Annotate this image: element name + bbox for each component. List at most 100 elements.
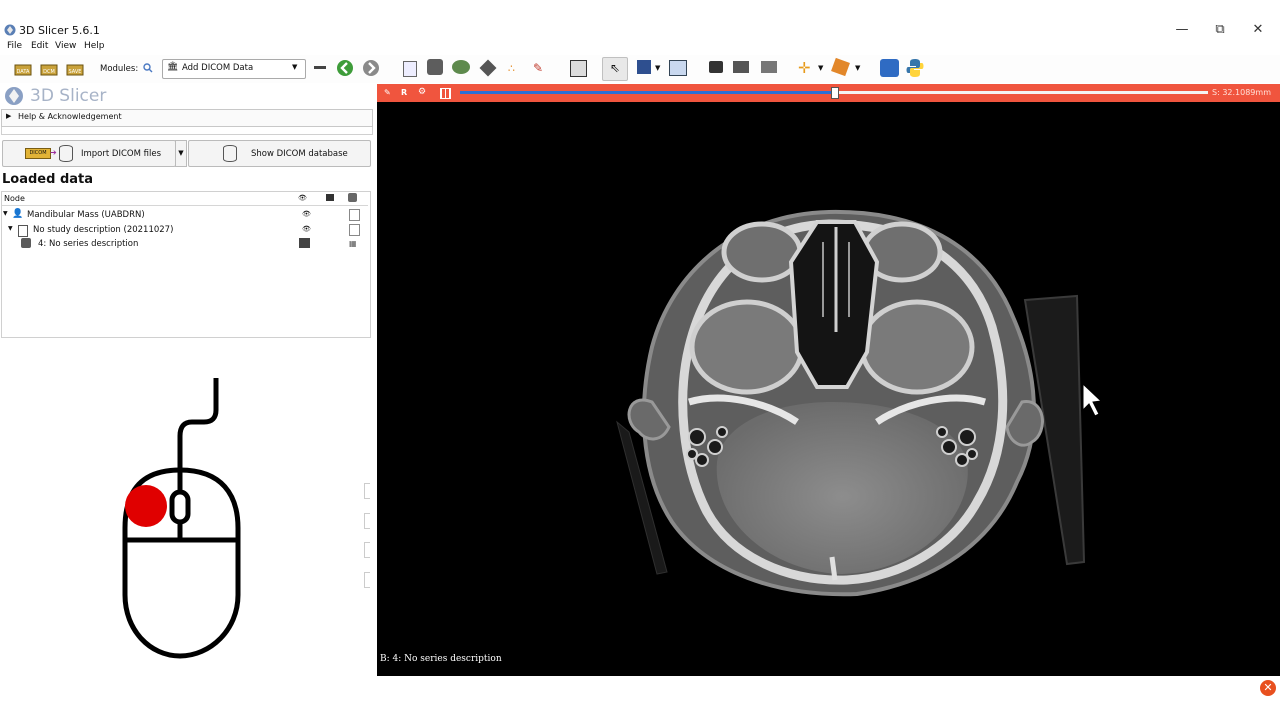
window-level-icon[interactable] bbox=[733, 61, 749, 73]
volumes-module-icon[interactable] bbox=[427, 59, 443, 75]
panel-splitter-handle[interactable] bbox=[364, 483, 370, 499]
tree-row-series[interactable]: 4: No series description ▦ bbox=[3, 238, 369, 251]
panel-splitter-handle[interactable] bbox=[364, 572, 370, 588]
close-button[interactable]: ✕ bbox=[1238, 20, 1278, 40]
svg-text:DCM: DCM bbox=[43, 69, 55, 75]
patient-icon: 👤 bbox=[12, 209, 24, 219]
database-icon bbox=[59, 145, 73, 162]
module-selected-label: Add DICOM Data bbox=[182, 63, 254, 73]
tree-row-study[interactable]: ▼ No study description (20211027) 👁 bbox=[3, 224, 369, 237]
import-options-dropdown[interactable]: ▼ bbox=[175, 140, 187, 167]
slice-slider-handle[interactable] bbox=[831, 87, 839, 99]
help-section-collapsed-body bbox=[1, 127, 373, 135]
slice-layout-grid-icon[interactable] bbox=[440, 88, 451, 99]
slice-offset-value: S: 32.1089mm bbox=[1212, 88, 1271, 97]
forward-arrow-icon[interactable] bbox=[362, 59, 380, 77]
eye-icon[interactable]: 👁 bbox=[302, 210, 311, 218]
volume-annotation-label: B: 4: No series description bbox=[380, 654, 502, 664]
slice-slider-fill bbox=[460, 91, 834, 94]
show-dicom-database-button[interactable]: Show DICOM database bbox=[188, 140, 371, 167]
tree-header: Node 👁 bbox=[2, 192, 368, 206]
layout-icon[interactable] bbox=[570, 60, 587, 77]
study-icon bbox=[18, 225, 28, 237]
volume-icon bbox=[21, 238, 31, 248]
color-column-icon[interactable] bbox=[326, 194, 334, 201]
chevron-down-icon[interactable]: ▼ bbox=[8, 225, 13, 232]
segment-editor-icon[interactable]: ✎ bbox=[533, 61, 543, 75]
crosshair-icon[interactable]: ✛ bbox=[798, 59, 811, 77]
loaded-data-title: Loaded data bbox=[2, 172, 94, 187]
menu-help[interactable]: Help bbox=[84, 41, 105, 51]
mouse-left-click-icon bbox=[122, 378, 241, 659]
node-column-header: Node bbox=[4, 194, 25, 203]
menu-edit[interactable]: Edit bbox=[31, 41, 48, 51]
place-mode-icon[interactable] bbox=[637, 60, 651, 74]
tree-row-label: Mandibular Mass (UABDRN) bbox=[27, 210, 145, 220]
arrow-right-icon: ➔ bbox=[50, 148, 57, 157]
grid-icon[interactable]: ▦ bbox=[349, 239, 357, 248]
error-log-icon[interactable]: ✕ bbox=[1260, 680, 1276, 696]
chevron-down-icon[interactable]: ▼ bbox=[818, 64, 823, 72]
restore-button[interactable]: ⧉ bbox=[1200, 20, 1240, 40]
module-history-icon[interactable] bbox=[314, 66, 326, 69]
window-level-adjust-icon[interactable] bbox=[761, 61, 777, 73]
load-dicom-icon[interactable]: DCM bbox=[40, 60, 58, 76]
panel-splitter-handle[interactable] bbox=[364, 513, 370, 529]
back-arrow-icon[interactable] bbox=[336, 59, 354, 77]
panel-splitter-handle[interactable] bbox=[364, 542, 370, 558]
module-search-icon[interactable] bbox=[143, 63, 153, 73]
link-icon[interactable]: ⚙ bbox=[418, 87, 426, 97]
load-data-icon[interactable]: DATA bbox=[14, 60, 32, 76]
slicer-logo-text: 3D Slicer bbox=[30, 86, 107, 106]
help-section-label: Help & Acknowledgement bbox=[18, 112, 122, 121]
eye-icon[interactable]: 👁 bbox=[302, 225, 311, 233]
pin-icon[interactable]: ✎ bbox=[384, 88, 391, 97]
database-icon bbox=[223, 145, 237, 162]
menu-view[interactable]: View bbox=[55, 41, 76, 51]
chevron-down-icon[interactable]: ▼ bbox=[855, 64, 860, 72]
modules-label: Modules: bbox=[100, 64, 139, 74]
transform-column-icon[interactable] bbox=[348, 193, 357, 202]
screenshot-icon[interactable] bbox=[709, 61, 723, 73]
visibility-column-icon[interactable]: 👁 bbox=[298, 194, 307, 202]
save-data-icon[interactable]: SAVE bbox=[66, 60, 84, 76]
volume-visibility-icon[interactable] bbox=[299, 238, 310, 248]
minimize-button[interactable]: — bbox=[1162, 20, 1202, 40]
python-console-icon[interactable] bbox=[905, 58, 925, 78]
svg-text:DATA: DATA bbox=[17, 69, 30, 75]
ct-axial-image bbox=[616, 209, 1103, 597]
show-dicom-database-label: Show DICOM database bbox=[251, 149, 348, 159]
pointer-mode-button[interactable]: ⇖ bbox=[602, 57, 628, 81]
module-icon: 🏛 bbox=[167, 62, 179, 72]
transform-icon[interactable] bbox=[349, 224, 360, 236]
markups-module-icon[interactable]: ∴ bbox=[508, 62, 515, 75]
window-title: 3D Slicer 5.6.1 bbox=[19, 24, 100, 37]
models-module-icon[interactable] bbox=[452, 60, 470, 74]
svg-text:SAVE: SAVE bbox=[69, 69, 82, 75]
dicom-file-icon: DICOM bbox=[25, 148, 51, 159]
slicer-logo-icon bbox=[4, 24, 16, 36]
transform-icon[interactable] bbox=[349, 209, 360, 221]
red-slice-view[interactable] bbox=[377, 102, 1280, 676]
data-module-icon[interactable] bbox=[403, 61, 417, 77]
help-section-header[interactable]: ▶ Help & Acknowledgement bbox=[1, 109, 373, 127]
tree-row-patient[interactable]: ▼ 👤 Mandibular Mass (UABDRN) 👁 bbox=[3, 209, 369, 222]
orientation-label: R bbox=[401, 88, 408, 97]
module-selector[interactable]: 🏛 Add DICOM Data ▼ bbox=[162, 59, 306, 79]
tree-row-label: 4: No series description bbox=[38, 239, 139, 249]
menu-bar bbox=[0, 40, 1280, 54]
cursor-icon: ⇖ bbox=[610, 61, 621, 75]
title-bar bbox=[0, 20, 1280, 40]
extensions-manager-icon[interactable] bbox=[880, 59, 899, 77]
chevron-down-icon[interactable]: ▼ bbox=[655, 64, 660, 72]
chevron-down-icon: ▼ bbox=[292, 63, 298, 71]
chevron-right-icon: ▶ bbox=[6, 112, 12, 120]
menu-file[interactable]: File bbox=[7, 41, 22, 51]
tree-row-label: No study description (20211027) bbox=[33, 225, 174, 235]
import-dicom-label: Import DICOM files bbox=[81, 149, 161, 159]
chevron-down-icon[interactable]: ▼ bbox=[3, 210, 8, 217]
import-dicom-button[interactable]: DICOM ➔ Import DICOM files bbox=[2, 140, 176, 167]
mouse-cursor-icon bbox=[1082, 382, 1103, 417]
crosshair-layout-icon[interactable] bbox=[669, 60, 687, 76]
slicer-logo-icon bbox=[5, 87, 23, 105]
